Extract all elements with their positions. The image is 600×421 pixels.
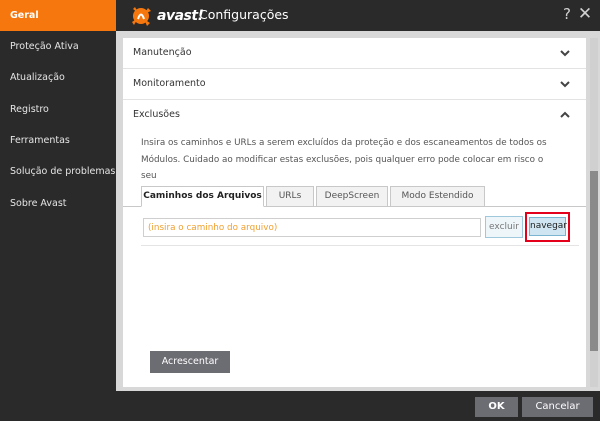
tab-urls[interactable]: URLs [266,186,314,207]
close-button[interactable]: ✕ [577,4,593,24]
remove-button[interactable]: excluir [485,216,523,238]
settings-window: Geral Proteção Ativa Atualização Registr… [0,0,600,421]
chevron-down-icon [560,81,570,88]
section-monitoramento[interactable]: Monitoramento [123,69,586,100]
browse-button-highlight[interactable]: navegar [525,212,570,242]
tab-deepscreen[interactable]: DeepScreen [316,186,388,207]
chevron-down-icon [560,50,570,57]
avast-logo: avast! [129,5,204,27]
sidebar-item-protecao-ativa[interactable]: Proteção Ativa [0,31,116,62]
browse-button[interactable]: navegar [529,217,567,236]
sidebar-item-geral[interactable]: Geral [0,0,116,31]
avast-logo-icon [132,7,151,26]
row-divider [141,245,579,246]
window-title: Configurações [199,7,289,22]
add-button[interactable]: Acrescentar [150,351,230,373]
section-manutencao[interactable]: Manutenção [123,38,586,69]
tab-modo-estendido[interactable]: Modo Estendido [390,186,485,207]
section-exclusoes[interactable]: Exclusões [123,100,586,131]
ok-button[interactable]: OK [475,397,518,417]
sidebar-item-ferramentas[interactable]: Ferramentas [0,125,116,156]
section-title: Exclusões [133,109,180,120]
file-path-input[interactable] [143,218,481,237]
sidebar-item-solucao-de-problemas[interactable]: Solução de problemas [0,156,116,187]
title-bar: avast! Configurações ? ✕ [116,0,600,31]
settings-panel: Manutenção Monitoramento Exclusões Insir… [123,38,586,387]
description-line: Módulos. Cuidado ao modificar estas excl… [141,154,544,182]
content-area: Manutenção Monitoramento Exclusões Insir… [116,31,600,391]
cancel-button[interactable]: Cancelar [522,397,593,417]
sidebar: Geral Proteção Ativa Atualização Registr… [0,0,116,421]
brand-name: avast! [157,8,204,24]
footer-bar: OK Cancelar [116,391,600,421]
scrollbar-thumb[interactable] [590,171,598,351]
description-line: Insira os caminhos e URLs a serem excluí… [141,138,547,148]
section-title: Monitoramento [133,78,206,89]
help-button[interactable]: ? [559,4,575,24]
chevron-up-icon [560,111,570,118]
sidebar-item-atualizacao[interactable]: Atualização [0,62,116,93]
sidebar-item-registro[interactable]: Registro [0,94,116,125]
section-title: Manutenção [133,47,192,58]
sidebar-item-sobre-avast[interactable]: Sobre Avast [0,188,116,219]
tab-caminhos-dos-arquivos[interactable]: Caminhos dos Arquivos [141,186,264,207]
